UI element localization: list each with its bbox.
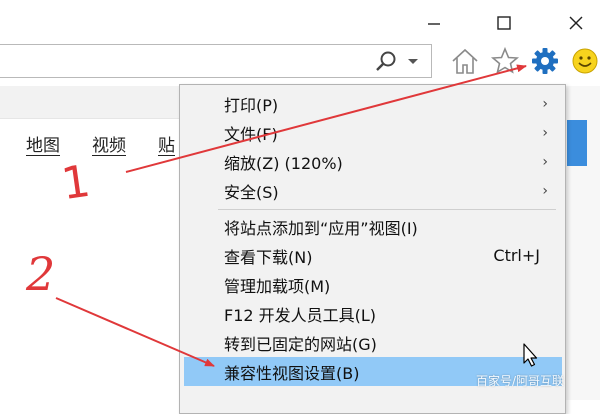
page-blue-strip <box>567 120 587 166</box>
smiley-icon <box>572 48 598 74</box>
tools-button[interactable] <box>530 46 560 76</box>
menu-item-zoom[interactable]: 缩放(Z) (120%) › <box>184 147 562 176</box>
menu-item-file[interactable]: 文件(F) › <box>184 118 562 147</box>
menu-item-label: F12 开发人员工具(L) <box>224 305 377 325</box>
maximize-icon <box>497 16 511 30</box>
chevron-right-icon: › <box>542 95 548 112</box>
menu-item-label: 安全(S) <box>224 182 279 202</box>
address-bar[interactable] <box>0 44 432 78</box>
chevron-down-icon <box>408 59 418 64</box>
chevron-right-icon: › <box>542 182 548 199</box>
nav-link-video[interactable]: 视频 <box>92 131 126 156</box>
search-icon <box>376 51 396 71</box>
menu-item-label: 兼容性视图设置(B) <box>224 363 360 383</box>
menu-item-label: 管理加载项(M) <box>224 276 331 296</box>
menu-item-add-to-apps[interactable]: 将站点添加到“应用”视图(I) <box>184 212 562 241</box>
close-icon <box>569 16 583 30</box>
feedback-button[interactable] <box>570 46 600 76</box>
close-button[interactable] <box>560 8 592 38</box>
menu-item-label: 将站点添加到“应用”视图(I) <box>224 218 418 238</box>
gear-icon <box>532 48 558 74</box>
menu-item-f12-devtools[interactable]: F12 开发人员工具(L) <box>184 299 562 328</box>
menu-item-view-downloads[interactable]: 查看下载(N) Ctrl+J <box>184 241 562 270</box>
nav-link-map[interactable]: 地图 <box>26 131 60 156</box>
chevron-right-icon: › <box>542 153 548 170</box>
home-button[interactable] <box>450 46 480 76</box>
search-button[interactable] <box>374 49 400 73</box>
tools-menu: 打印(P) › 文件(F) › 缩放(Z) (120%) › 安全(S) › 将… <box>179 84 566 414</box>
menu-item-print[interactable]: 打印(P) › <box>184 89 562 118</box>
menu-item-label: 查看下载(N) <box>224 247 313 267</box>
home-icon <box>452 48 478 74</box>
menu-item-safety[interactable]: 安全(S) › <box>184 176 562 205</box>
watermark: 百家号/阿哥互联 <box>476 374 565 388</box>
minimize-icon <box>428 23 440 25</box>
favorites-button[interactable] <box>490 46 520 76</box>
annotation-step-1: 1 <box>58 156 93 210</box>
maximize-button[interactable] <box>488 8 520 38</box>
page-nav-links: 地图 视频 贴 <box>26 131 175 156</box>
menu-item-label: 缩放(Z) (120%) <box>224 153 343 173</box>
chevron-right-icon: › <box>542 124 548 141</box>
menu-item-label: 文件(F) <box>224 124 278 144</box>
nav-link-tieba[interactable]: 贴 <box>158 131 175 156</box>
menu-separator <box>218 209 556 210</box>
annotation-step-2: 2 <box>25 247 55 301</box>
address-dropdown[interactable] <box>404 52 422 70</box>
menu-item-pinned-sites[interactable]: 转到已固定的网站(G) <box>184 328 562 357</box>
menu-item-label: 打印(P) <box>224 95 279 115</box>
star-icon <box>490 46 520 74</box>
menu-item-shortcut: Ctrl+J <box>493 246 540 265</box>
menu-item-label: 转到已固定的网站(G) <box>224 334 377 354</box>
minimize-button[interactable] <box>418 8 450 38</box>
menu-item-manage-addons[interactable]: 管理加载项(M) <box>184 270 562 299</box>
